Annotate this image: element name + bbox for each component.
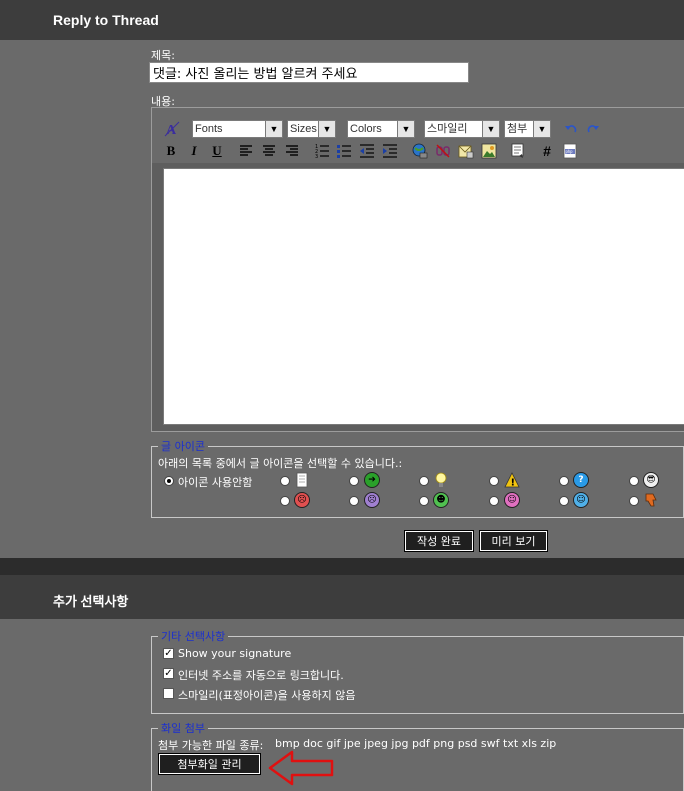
- svg-text:3: 3: [315, 154, 318, 159]
- attach-select[interactable]: 첨부 ▼: [504, 120, 551, 138]
- post-icon-radio-12[interactable]: [629, 496, 639, 506]
- code-hash-button[interactable]: #: [538, 142, 556, 160]
- subject-input[interactable]: [149, 62, 469, 83]
- page-title: Reply to Thread: [53, 12, 159, 28]
- insert-image-icon[interactable]: [481, 143, 497, 159]
- subject-label: 제목:: [151, 49, 175, 62]
- sizes-select-value: Sizes: [290, 123, 317, 135]
- fonts-select[interactable]: Fonts ▼: [192, 120, 283, 138]
- disable-smilies-label: 스마일리(표정아이콘)을 사용하지 않음: [178, 689, 356, 702]
- email-link-icon[interactable]: [458, 143, 474, 159]
- svg-text:php: php: [566, 149, 574, 154]
- align-right-icon[interactable]: [284, 143, 300, 159]
- additional-options-title: 추가 선택사항: [53, 594, 129, 609]
- cool-smiley-icon: 😎: [643, 472, 659, 488]
- signature-label: Show your signature: [178, 647, 292, 660]
- arrow-right-icon: ➔: [364, 472, 380, 488]
- post-icon-radio-5[interactable]: [559, 476, 569, 486]
- remove-link-icon[interactable]: [435, 143, 451, 159]
- smilies-select[interactable]: 스마일리 ▼: [424, 120, 500, 138]
- post-icon-radio-1[interactable]: [280, 476, 290, 486]
- post-icon-document: [294, 472, 310, 488]
- undo-icon[interactable]: [563, 121, 579, 137]
- chevron-down-icon: ▼: [533, 121, 550, 137]
- chevron-down-icon: ▼: [265, 121, 282, 137]
- disable-smilies-checkbox[interactable]: [163, 688, 174, 699]
- post-icon-radio-4[interactable]: [489, 476, 499, 486]
- post-icons-legend: 글 아이콘: [161, 440, 205, 453]
- quote-icon[interactable]: [510, 143, 526, 159]
- wink-smiley-icon: ☺: [573, 492, 589, 508]
- allowed-types-label: 첨부 가능한 파일 종류:: [158, 739, 264, 752]
- ordered-list-icon[interactable]: 123: [314, 143, 330, 160]
- reply-header: Reply to Thread: [0, 0, 684, 40]
- signature-checkbox[interactable]: ✓: [163, 648, 174, 659]
- font-style-icon[interactable]: A: [164, 121, 180, 138]
- post-icon-radio-2[interactable]: [349, 476, 359, 486]
- unordered-list-icon[interactable]: [336, 143, 352, 159]
- message-textarea[interactable]: [163, 168, 684, 425]
- warning-icon: !: [504, 472, 520, 489]
- additional-options-panel: 기타 선택사항 ✓ Show your signature ✓ 인터넷 주소를 …: [0, 619, 684, 791]
- no-icon-label: 아이콘 사용안함: [178, 476, 253, 489]
- annotation-arrow-icon: [268, 750, 334, 786]
- smilies-select-value: 스마일리: [427, 123, 468, 135]
- post-icon-radio-8[interactable]: [349, 496, 359, 506]
- section-divider: [0, 558, 684, 575]
- bold-button[interactable]: B: [162, 142, 180, 160]
- autolink-checkbox[interactable]: ✓: [163, 668, 174, 679]
- insert-link-icon[interactable]: [412, 143, 428, 159]
- underline-button[interactable]: U: [208, 142, 226, 160]
- autolink-label: 인터넷 주소를 자동으로 링크합니다.: [178, 669, 344, 682]
- question-icon: ?: [573, 472, 589, 488]
- fonts-select-value: Fonts: [195, 123, 223, 135]
- attach-select-value: 첨부: [507, 123, 528, 135]
- sizes-select[interactable]: Sizes ▼: [287, 120, 336, 138]
- post-icons-instruction: 아래의 목록 중에서 글 아이콘을 선택할 수 있습니다.:: [158, 457, 403, 470]
- colors-select[interactable]: Colors ▼: [347, 120, 415, 138]
- happy-smiley-icon: ☺: [504, 492, 520, 508]
- submit-button[interactable]: 작성 완료: [404, 530, 474, 552]
- preview-button[interactable]: 미리 보기: [479, 530, 548, 552]
- italic-button[interactable]: I: [185, 142, 203, 160]
- align-center-icon[interactable]: [261, 143, 277, 159]
- indent-icon[interactable]: [382, 143, 398, 159]
- svg-text:!: !: [511, 478, 516, 489]
- angry-smiley-icon: ☹: [294, 492, 310, 508]
- post-icon-radio-6[interactable]: [629, 476, 639, 486]
- post-icon-radio-11[interactable]: [559, 496, 569, 506]
- outdent-icon[interactable]: [359, 143, 375, 159]
- misc-options-legend: 기타 선택사항: [161, 630, 226, 643]
- php-code-icon[interactable]: php: [562, 143, 578, 159]
- grin-smiley-icon: ☻: [433, 492, 449, 508]
- attachments-legend: 화일 첨부: [161, 722, 205, 735]
- thumbs-down-icon: [643, 492, 659, 508]
- redo-icon[interactable]: [585, 121, 601, 137]
- editor-frame: A Fonts ▼ Sizes ▼ Colors ▼ 스마일리 ▼ 첨부 ▼ B: [151, 107, 684, 432]
- colors-select-value: Colors: [350, 123, 382, 135]
- chevron-down-icon: ▼: [318, 121, 335, 137]
- reply-form-panel: 제목: 내용: A Fonts ▼ Sizes ▼ Colors ▼ 스마일리 …: [0, 40, 684, 558]
- lightbulb-icon: [433, 472, 449, 488]
- post-icon-radio-7[interactable]: [280, 496, 290, 506]
- additional-options-header: 추가 선택사항: [0, 575, 684, 619]
- chevron-down-icon: ▼: [397, 121, 414, 137]
- post-icon-radio-10[interactable]: [489, 496, 499, 506]
- align-left-icon[interactable]: [238, 143, 254, 159]
- no-icon-radio[interactable]: [164, 476, 174, 486]
- post-icon-radio-3[interactable]: [419, 476, 429, 486]
- sad-smiley-icon: ☹: [364, 492, 380, 508]
- post-icon-radio-9[interactable]: [419, 496, 429, 506]
- chevron-down-icon: ▼: [482, 121, 499, 137]
- manage-attachments-button[interactable]: 첨부화일 관리: [158, 753, 261, 775]
